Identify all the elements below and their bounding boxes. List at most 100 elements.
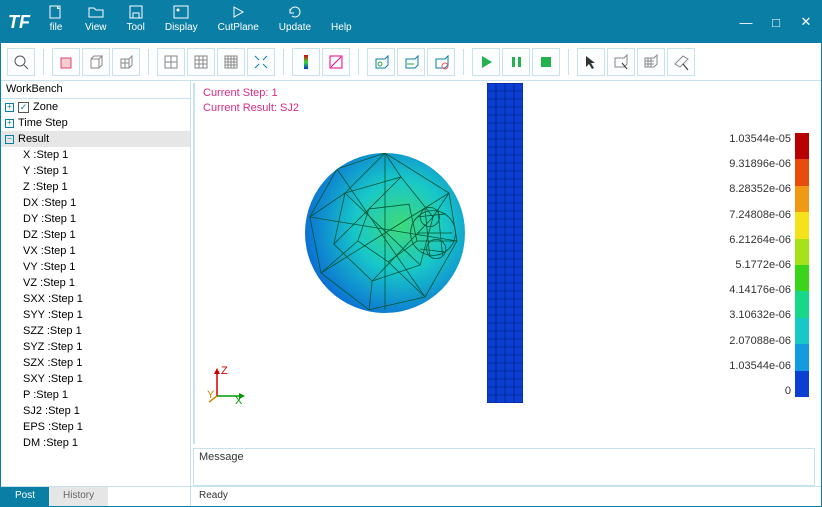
legend-swatch [795, 318, 809, 344]
window-controls: — □ ✕ [731, 1, 821, 43]
app-window: TF file View Tool Display CutPlane [0, 0, 822, 507]
menu-cutplane[interactable]: CutPlane [208, 1, 269, 43]
tree-result-item[interactable]: DX :Step 1 [1, 195, 190, 211]
current-step-text: Current Step: 1 [203, 86, 299, 101]
legend-value: 6.21264e-06 [729, 234, 791, 246]
file-icon [47, 4, 65, 20]
menu-help[interactable]: Help [321, 1, 362, 43]
close-button[interactable]: ✕ [791, 1, 821, 43]
tab-history[interactable]: History [49, 487, 108, 506]
play-button[interactable] [472, 48, 500, 76]
tree-result-item[interactable]: Z :Step 1 [1, 179, 190, 195]
legend-swatch [795, 265, 809, 291]
toolbar [1, 43, 821, 81]
legend-swatch [795, 212, 809, 238]
tree-result-item[interactable]: SZX :Step 1 [1, 355, 190, 371]
colorbar-button[interactable] [292, 48, 320, 76]
tree: + ✓ Zone + Time Step − Result X :Step 1Y… [1, 99, 190, 486]
sidebar-tabs: Post History [1, 486, 190, 506]
legend-value: 3.10632e-06 [729, 309, 791, 321]
svg-text:Y: Y [207, 389, 215, 401]
workbench-header: WorkBench [1, 81, 190, 99]
maximize-button[interactable]: □ [761, 1, 791, 43]
image-icon [172, 4, 190, 20]
axis-triad: Z X Y [207, 366, 247, 406]
folder-icon [87, 4, 105, 20]
menu-update[interactable]: Update [269, 1, 321, 43]
legend-swatch [795, 159, 809, 185]
tree-timestep[interactable]: + Time Step [1, 115, 190, 131]
tree-result-item[interactable]: VZ :Step 1 [1, 275, 190, 291]
tree-result-item[interactable]: X :Step 1 [1, 147, 190, 163]
power-cube-button[interactable] [367, 48, 395, 76]
menu-file[interactable]: file [37, 1, 75, 43]
tree-result-item[interactable]: SJ2 :Step 1 [1, 403, 190, 419]
expand-icon[interactable]: + [5, 119, 14, 128]
select-cube1-button[interactable] [607, 48, 635, 76]
fea-block [487, 83, 523, 403]
gear-cube-button[interactable] [427, 48, 455, 76]
tree-result-item[interactable]: DZ :Step 1 [1, 227, 190, 243]
legend-swatch [795, 344, 809, 370]
help-icon [332, 4, 350, 20]
tree-result-item[interactable]: SYY :Step 1 [1, 307, 190, 323]
solid-cube-button[interactable] [52, 48, 80, 76]
tree-result-item[interactable]: EPS :Step 1 [1, 419, 190, 435]
tree-result-item[interactable]: SZZ :Step 1 [1, 323, 190, 339]
legend-value: 9.31896e-06 [729, 158, 791, 170]
legend-swatch [795, 186, 809, 212]
checkbox-icon[interactable]: ✓ [18, 102, 29, 113]
viewport-status: Current Step: 1 Current Result: SJ2 [203, 86, 299, 117]
menu-display[interactable]: Display [155, 1, 208, 43]
app-logo: TF [1, 1, 37, 43]
tree-result-item[interactable]: Y :Step 1 [1, 163, 190, 179]
menu-tool[interactable]: Tool [117, 1, 155, 43]
legend-value: 7.24808e-06 [729, 209, 791, 221]
minimize-button[interactable]: — [731, 1, 761, 43]
select-cube2-button[interactable] [637, 48, 665, 76]
current-result-text: Current Result: SJ2 [203, 101, 299, 116]
mesh-cube-button[interactable] [112, 48, 140, 76]
status-bar: Ready [191, 486, 821, 506]
tree-result-item[interactable]: P :Step 1 [1, 387, 190, 403]
menu-view[interactable]: View [75, 1, 117, 43]
slash-box-button[interactable] [322, 48, 350, 76]
legend-value: 1.03544e-05 [729, 133, 791, 145]
select-plane-button[interactable] [667, 48, 695, 76]
legend-value: 2.07088e-06 [729, 335, 791, 347]
tree-result-item[interactable]: VY :Step 1 [1, 259, 190, 275]
dash-cube-button[interactable] [397, 48, 425, 76]
save-icon [127, 4, 145, 20]
legend-value: 5.1772e-06 [735, 259, 791, 271]
tree-result-item[interactable]: DY :Step 1 [1, 211, 190, 227]
grid3-button[interactable] [217, 48, 245, 76]
play-icon [229, 4, 247, 20]
wire-cube-button[interactable] [82, 48, 110, 76]
grid2-button[interactable] [187, 48, 215, 76]
pause-button[interactable] [502, 48, 530, 76]
grid1-button[interactable] [157, 48, 185, 76]
viewport[interactable]: Current Step: 1 Current Result: SJ2 [193, 83, 815, 444]
tree-result[interactable]: − Result [1, 131, 190, 147]
collapse-button[interactable] [247, 48, 275, 76]
tree-result-item[interactable]: DM :Step 1 [1, 435, 190, 451]
svg-text:Z: Z [221, 366, 228, 377]
legend-swatch [795, 291, 809, 317]
tree-result-item[interactable]: SYZ :Step 1 [1, 339, 190, 355]
select-arrow-button[interactable] [577, 48, 605, 76]
color-legend: 1.03544e-05 9.31896e-06 8.28352e-06 7.24808… [729, 133, 809, 397]
legend-swatch [795, 239, 809, 265]
zoom-button[interactable] [7, 48, 35, 76]
collapse-icon[interactable]: − [5, 135, 14, 144]
tree-result-item[interactable]: SXY :Step 1 [1, 371, 190, 387]
stop-button[interactable] [532, 48, 560, 76]
expand-icon[interactable]: + [5, 103, 14, 112]
tab-post[interactable]: Post [1, 487, 49, 506]
main-menu: file View Tool Display CutPlane Update [37, 1, 362, 43]
tree-result-item[interactable]: SXX :Step 1 [1, 291, 190, 307]
legend-value: 8.28352e-06 [729, 183, 791, 195]
svg-text:X: X [235, 395, 243, 406]
tree-result-item[interactable]: VX :Step 1 [1, 243, 190, 259]
legend-swatch [795, 371, 809, 397]
tree-zone[interactable]: + ✓ Zone [1, 99, 190, 115]
